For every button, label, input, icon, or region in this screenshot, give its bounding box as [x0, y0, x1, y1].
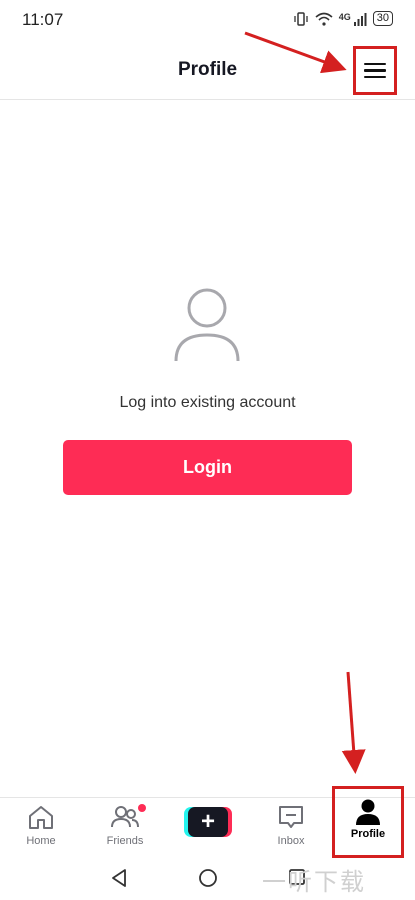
status-time: 11:07 — [22, 10, 64, 29]
nav-label-home: Home — [26, 835, 56, 847]
home-circle-icon[interactable] — [198, 868, 218, 888]
plus-icon: + — [188, 807, 228, 837]
nav-item-home[interactable]: Home — [6, 804, 76, 847]
nav-item-profile[interactable]: Profile — [332, 786, 404, 858]
menu-button[interactable] — [353, 46, 397, 95]
battery-indicator: 30 — [372, 11, 393, 26]
network-type: 4G — [338, 11, 351, 22]
status-icons: 4G 30 — [293, 11, 393, 26]
login-prompt: Log into existing account — [119, 394, 296, 411]
login-button[interactable]: Login — [63, 440, 352, 495]
signal-icon — [353, 12, 367, 26]
status-bar: 11:07 4G 30 — [0, 0, 415, 40]
watermark-text: 一听下载 — [262, 869, 366, 896]
nav-label-profile: Profile — [350, 828, 386, 840]
create-button[interactable]: + — [184, 807, 232, 837]
vibrate-icon — [294, 11, 308, 26]
avatar-placeholder-icon — [174, 288, 240, 362]
nav-item-friends[interactable]: Friends — [90, 804, 160, 847]
back-icon[interactable] — [110, 868, 128, 888]
nav-item-inbox[interactable]: Inbox — [256, 804, 326, 847]
nav-label-friends: Friends — [106, 835, 144, 847]
friends-icon — [111, 806, 139, 828]
profile-icon — [356, 799, 380, 825]
inbox-icon — [279, 806, 303, 828]
home-icon — [29, 806, 53, 829]
friends-badge-dot — [138, 804, 146, 812]
nav-label-inbox: Inbox — [277, 835, 305, 847]
bottom-nav: Home Friends + Inbox Profile — [0, 786, 415, 860]
header: Profile — [0, 40, 415, 100]
hamburger-icon — [364, 59, 386, 83]
arrow-to-profile — [341, 671, 366, 774]
wifi-icon — [315, 12, 333, 26]
